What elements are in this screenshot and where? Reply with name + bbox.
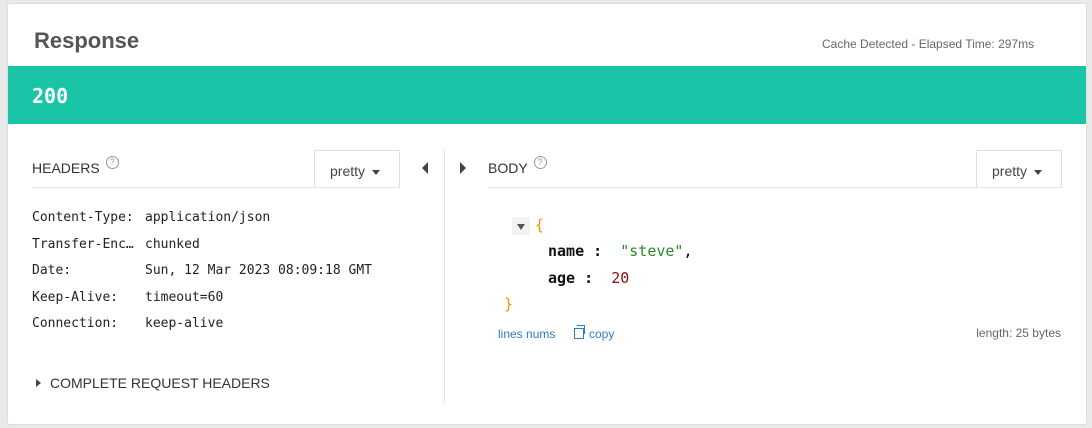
response-panel: Response Cache Detected - Elapsed Time: … bbox=[7, 3, 1087, 425]
copy-label: copy bbox=[589, 327, 615, 341]
headers-label: HEADERS bbox=[32, 160, 100, 176]
headers-section-title: HEADERS? bbox=[32, 156, 119, 176]
json-key: name bbox=[548, 242, 585, 260]
question-circle-icon[interactable]: ? bbox=[533, 156, 547, 169]
divider bbox=[488, 187, 1062, 188]
divider bbox=[32, 187, 400, 188]
expand-right-icon[interactable] bbox=[460, 162, 466, 174]
header-value: Sun, 12 Mar 2023 08:09:18 GMT bbox=[145, 263, 372, 278]
caret-right-icon bbox=[36, 379, 41, 388]
header-value: timeout=60 bbox=[145, 290, 224, 305]
header-key: Content-Type: bbox=[32, 210, 134, 225]
json-separator: : bbox=[584, 242, 603, 260]
complete-request-headers-label: COMPLETE REQUEST HEADERS bbox=[50, 375, 270, 391]
json-open-brace: { bbox=[535, 216, 545, 234]
header-key: Transfer-Enc… bbox=[32, 237, 134, 252]
body-label: BODY bbox=[488, 160, 528, 176]
collapse-json-button[interactable] bbox=[512, 217, 530, 235]
copy-link[interactable]: copy bbox=[574, 325, 615, 341]
body-format-dropdown[interactable]: pretty bbox=[976, 150, 1062, 187]
header-value: keep-alive bbox=[145, 316, 224, 331]
panel-splitter[interactable] bbox=[444, 150, 445, 403]
question-circle-icon[interactable]: ? bbox=[105, 156, 119, 169]
status-bar: 200 bbox=[8, 66, 1086, 124]
json-number-value: 20 bbox=[611, 269, 630, 287]
body-length: length: 25 bytes bbox=[976, 326, 1061, 340]
caret-down-icon bbox=[517, 224, 525, 230]
json-comma: , bbox=[683, 242, 693, 260]
headers-format-value: pretty bbox=[330, 163, 366, 179]
caret-down-icon bbox=[372, 169, 381, 175]
body-format-value: pretty bbox=[992, 163, 1028, 179]
header-key: Keep-Alive: bbox=[32, 290, 119, 305]
header-value: chunked bbox=[145, 237, 200, 252]
status-code: 200 bbox=[32, 84, 69, 108]
body-section-title: BODY? bbox=[488, 156, 547, 176]
json-key: age bbox=[548, 269, 576, 287]
copy-icon bbox=[574, 325, 585, 340]
json-line: name : "steve", bbox=[548, 242, 693, 260]
header-key: Date: bbox=[32, 263, 72, 278]
caret-down-icon bbox=[1034, 169, 1043, 175]
json-close-brace: } bbox=[504, 295, 514, 313]
json-separator: : bbox=[575, 269, 594, 287]
collapse-left-icon[interactable] bbox=[422, 162, 428, 174]
headers-format-dropdown[interactable]: pretty bbox=[314, 150, 400, 187]
lines-nums-link[interactable]: lines nums bbox=[498, 327, 555, 341]
cache-elapsed-time: Cache Detected - Elapsed Time: 297ms bbox=[822, 37, 1035, 51]
json-string-value: "steve" bbox=[620, 242, 684, 260]
header-value: application/json bbox=[145, 210, 271, 225]
complete-request-headers-toggle[interactable]: COMPLETE REQUEST HEADERS bbox=[36, 375, 270, 391]
header-key: Connection: bbox=[32, 316, 119, 331]
response-title: Response bbox=[34, 28, 140, 53]
json-line: age : 20 bbox=[548, 269, 629, 287]
